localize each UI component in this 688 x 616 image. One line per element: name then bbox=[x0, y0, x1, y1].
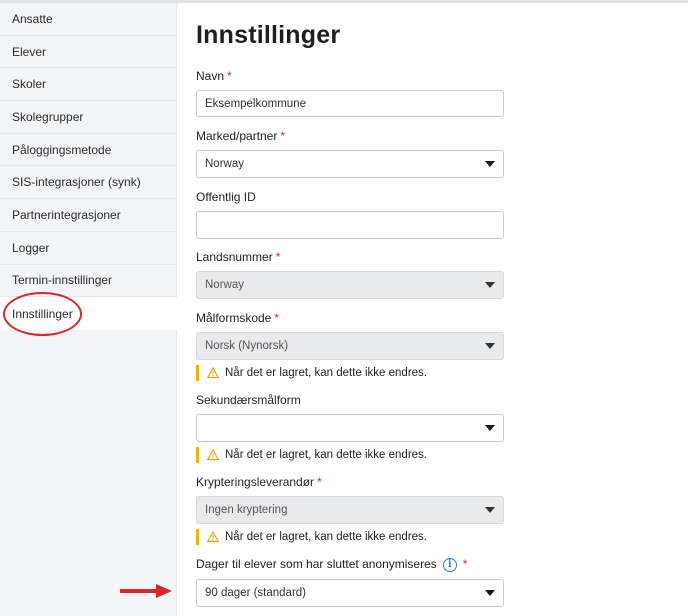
encryption-warning: Når det er lagret, kan dette ikke endres… bbox=[196, 529, 427, 545]
chevron-down-icon bbox=[485, 282, 495, 288]
anonymize-select[interactable]: 90 dager (standard) bbox=[196, 579, 504, 607]
sidebar-item-label: Elever bbox=[12, 44, 47, 59]
sidebar-item-label: Skoler bbox=[12, 77, 47, 92]
settings-panel: Innstillinger Navn * Eksempelkommune Mark… bbox=[177, 3, 688, 616]
sidebar-item-label: Termin-innstillinger bbox=[12, 273, 113, 288]
name-label: Navn * bbox=[196, 69, 232, 83]
sidebar-item-label: Ansatte bbox=[12, 11, 53, 26]
market-select[interactable]: Norway bbox=[196, 150, 504, 178]
sidebar-item-ansatte[interactable]: Ansatte bbox=[0, 3, 176, 36]
warning-icon bbox=[207, 367, 219, 379]
annotation-circle bbox=[3, 292, 82, 336]
chevron-down-icon bbox=[485, 507, 495, 513]
market-label: Marked/partner * bbox=[196, 129, 286, 143]
language-select: Norsk (Nynorsk) bbox=[196, 332, 504, 360]
sidebar-item-paloggingsmetode[interactable]: Påloggingsmetode bbox=[0, 134, 176, 167]
market-select-value: Norway bbox=[205, 158, 244, 170]
public-id-label: Offentlig ID bbox=[196, 190, 256, 204]
language-warning: Når det er lagret, kan dette ikke endres… bbox=[196, 365, 427, 381]
encryption-label: Krypteringsleverandør * bbox=[196, 475, 322, 489]
sidebar-item-skoler[interactable]: Skoler bbox=[0, 68, 176, 102]
language-select-value: Norsk (Nynorsk) bbox=[205, 340, 289, 352]
chevron-down-icon bbox=[485, 425, 495, 431]
name-input[interactable]: Eksempelkommune bbox=[196, 90, 504, 117]
chevron-down-icon bbox=[485, 161, 495, 167]
country-label: Landsnummer * bbox=[196, 250, 281, 264]
secondary-language-select[interactable] bbox=[196, 414, 504, 442]
page-title: Innstillinger bbox=[196, 21, 341, 49]
chevron-down-icon bbox=[485, 590, 495, 596]
sidebar-item-logger[interactable]: Logger bbox=[0, 232, 176, 265]
country-select-value: Norway bbox=[205, 279, 244, 291]
warning-icon bbox=[207, 449, 219, 461]
sidebar-item-sis-integrasjoner[interactable]: SIS-integrasjoner (synk) bbox=[0, 166, 176, 200]
secondary-language-warning: Når det er lagret, kan dette ikke endres… bbox=[196, 447, 427, 463]
public-id-input[interactable] bbox=[196, 211, 504, 239]
annotation-arrow bbox=[120, 584, 172, 598]
anonymize-select-value: 90 dager (standard) bbox=[205, 587, 307, 599]
secondary-language-label: Sekundærsmålform bbox=[196, 393, 301, 407]
country-select: Norway bbox=[196, 271, 504, 299]
sidebar-item-label: Partnerintegrasjoner bbox=[12, 207, 121, 222]
sidebar-item-label: SIS-integrasjoner (synk) bbox=[12, 175, 141, 190]
sidebar-item-skolegrupper[interactable]: Skolegrupper bbox=[0, 101, 176, 134]
sidebar-item-elever[interactable]: Elever bbox=[0, 36, 176, 69]
encryption-select-value: Ingen kryptering bbox=[205, 504, 288, 516]
language-label: Målformskode * bbox=[196, 311, 280, 325]
sidebar-item-partnerintegrasjoner[interactable]: Partnerintegrasjoner bbox=[0, 199, 176, 232]
encryption-select: Ingen kryptering bbox=[196, 496, 504, 524]
name-input-value: Eksempelkommune bbox=[205, 97, 306, 110]
anonymize-label: Dager til elever som har sluttet anonymi… bbox=[196, 557, 468, 572]
sidebar-item-label: Logger bbox=[12, 240, 50, 255]
chevron-down-icon bbox=[485, 343, 495, 349]
sidebar-item-label: Påloggingsmetode bbox=[12, 142, 112, 157]
sidebar-item-label: Skolegrupper bbox=[12, 109, 84, 124]
sidebar-item-termin-innstillinger[interactable]: Termin-innstillinger bbox=[0, 265, 176, 298]
info-icon[interactable]: i bbox=[442, 557, 457, 572]
warning-icon bbox=[207, 531, 219, 543]
